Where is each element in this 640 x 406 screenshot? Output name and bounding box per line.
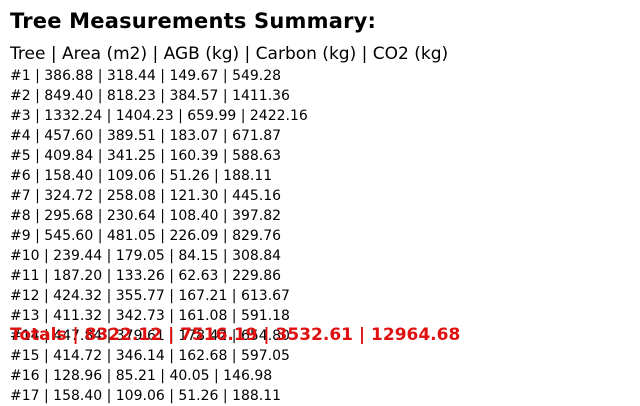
table-row: #2 | 849.40 | 818.23 | 384.57 | 1411.36 bbox=[10, 88, 290, 104]
table-row: #11 | 187.20 | 133.26 | 62.63 | 229.86 bbox=[10, 268, 282, 284]
table-row: #17 | 158.40 | 109.06 | 51.26 | 188.11 bbox=[10, 388, 282, 404]
table-row: #6 | 158.40 | 109.06 | 51.26 | 188.11 bbox=[10, 168, 273, 184]
summary-title: Tree Measurements Summary: bbox=[10, 9, 377, 33]
table-row: #1 | 386.88 | 318.44 | 149.67 | 549.28 bbox=[10, 68, 282, 84]
table-header: Tree | Area (m2) | AGB (kg) | Carbon (kg… bbox=[10, 44, 449, 64]
table-row: #9 | 545.60 | 481.05 | 226.09 | 829.76 bbox=[10, 228, 282, 244]
totals-line: Totals | 8322.12 | 7516.19 | 3532.61 | 1… bbox=[10, 325, 461, 345]
table-row: #16 | 128.96 | 85.21 | 40.05 | 146.98 bbox=[10, 368, 273, 384]
table-row: #3 | 1332.24 | 1404.23 | 659.99 | 2422.1… bbox=[10, 108, 308, 124]
table-row: #13 | 411.32 | 342.73 | 161.08 | 591.18 bbox=[10, 308, 290, 324]
table-row: #7 | 324.72 | 258.08 | 121.30 | 445.16 bbox=[10, 188, 282, 204]
tree-rows: #1 | 386.88 | 318.44 | 149.67 | 549.28 #… bbox=[10, 66, 308, 406]
table-row: #8 | 295.68 | 230.64 | 108.40 | 397.82 bbox=[10, 208, 282, 224]
table-row: #10 | 239.44 | 179.05 | 84.15 | 308.84 bbox=[10, 248, 282, 264]
table-row: #4 | 457.60 | 389.51 | 183.07 | 671.87 bbox=[10, 128, 282, 144]
table-row: #5 | 409.84 | 341.25 | 160.39 | 588.63 bbox=[10, 148, 282, 164]
table-row: #12 | 424.32 | 355.77 | 167.21 | 613.67 bbox=[10, 288, 290, 304]
table-row: #15 | 414.72 | 346.14 | 162.68 | 597.05 bbox=[10, 348, 290, 364]
